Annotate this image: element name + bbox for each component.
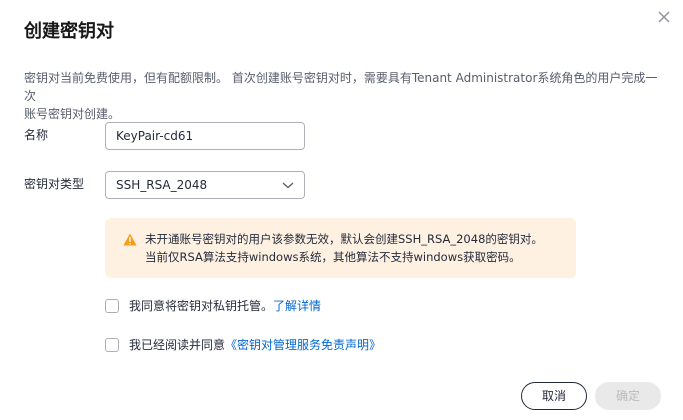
description-line-1: 密钥对当前免费使用，但有配额限制。 首次创建账号密钥对时，需要具有Tenant … xyxy=(24,71,658,103)
keypair-name-input[interactable] xyxy=(105,122,305,150)
learn-more-link[interactable]: 了解详情 xyxy=(273,297,321,315)
alert-line-2: 当前仅RSA算法支持windows系统，其他算法不支持windows获取密码。 xyxy=(145,250,521,264)
keypair-type-select[interactable]: SSH_RSA_2048 xyxy=(105,171,305,199)
dialog-title: 创建密钥对 xyxy=(24,21,114,42)
chevron-down-icon xyxy=(282,182,294,189)
escrow-agreement: 我同意将密钥对私钥托管。 了解详情 xyxy=(105,297,321,315)
alert-message: 未开通账号密钥对的用户该参数无效，默认会创建SSH_RSA_2048的密钥对。 … xyxy=(145,230,543,266)
create-keypair-dialog: 创建密钥对 密钥对当前免费使用，但有配额限制。 首次创建账号密钥对时，需要具有T… xyxy=(0,0,683,420)
dialog-description: 密钥对当前免费使用，但有配额限制。 首次创建账号密钥对时，需要具有Tenant … xyxy=(24,69,664,123)
keypair-type-label: 密钥对类型 xyxy=(24,177,85,191)
cancel-button[interactable]: 取消 xyxy=(521,382,587,410)
close-icon[interactable] xyxy=(656,9,672,25)
name-label: 名称 xyxy=(24,128,49,142)
escrow-checkbox[interactable] xyxy=(105,299,119,313)
disclaimer-link[interactable]: 《密钥对管理服务免责声明》 xyxy=(225,336,381,354)
disclaimer-checkbox[interactable] xyxy=(105,338,119,352)
description-line-2: 账号密钥对创建。 xyxy=(24,107,121,121)
escrow-text: 我同意将密钥对私钥托管。 xyxy=(129,299,274,313)
disclaimer-text: 我已经阅读并同意 xyxy=(129,338,226,352)
disclaimer-agreement: 我已经阅读并同意 《密钥对管理服务免责声明》 xyxy=(105,336,381,354)
warning-icon xyxy=(123,233,137,246)
alert-line-1: 未开通账号密钥对的用户该参数无效，默认会创建SSH_RSA_2048的密钥对。 xyxy=(145,232,543,246)
warning-alert: 未开通账号密钥对的用户该参数无效，默认会创建SSH_RSA_2048的密钥对。 … xyxy=(105,218,576,278)
keypair-type-value: SSH_RSA_2048 xyxy=(116,178,208,192)
confirm-button[interactable]: 确定 xyxy=(595,382,661,410)
